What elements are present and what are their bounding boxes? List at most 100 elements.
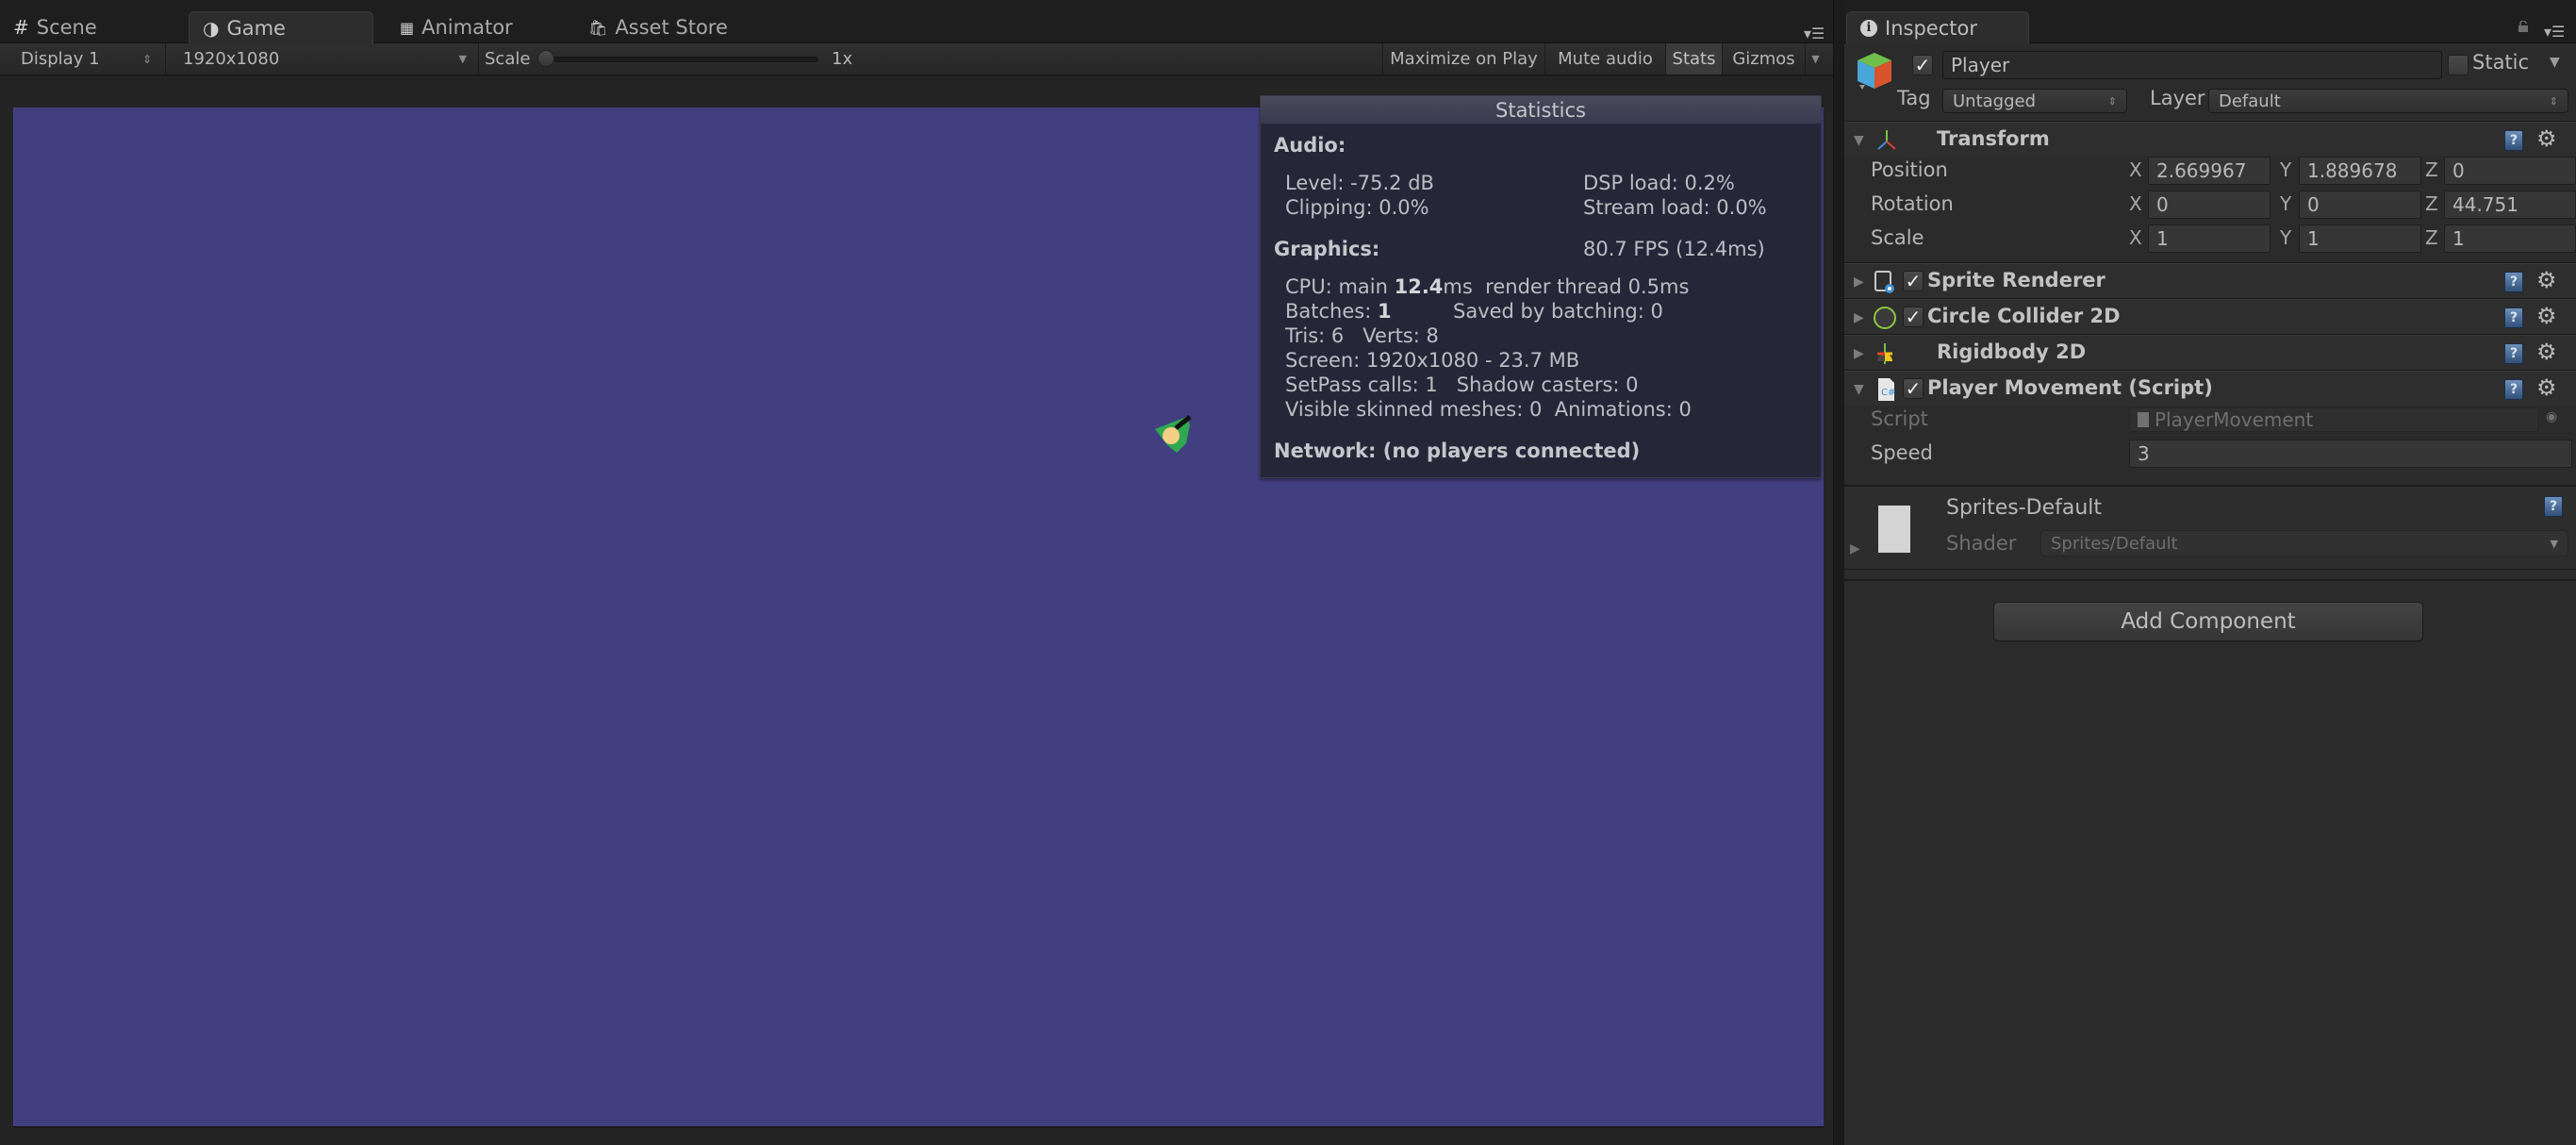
stats-setpass: SetPass calls: 1 Shadow casters: 0 [1285,373,1639,396]
object-name-field[interactable]: Player [1942,51,2442,79]
display-select-value: Display 1 [21,49,100,69]
gear-icon[interactable]: ⚙ [2536,339,2557,365]
transform-title: Transform [1937,127,2050,150]
stats-toggle[interactable]: Stats [1665,43,1722,75]
active-checkbox[interactable]: ✓ [1912,55,1933,75]
layer-select[interactable]: Default ⇕ [2208,89,2568,113]
tag-select[interactable]: Untagged ⇕ [1942,89,2127,113]
circle-collider-header[interactable]: ▶ ✓ Circle Collider 2D ? ⚙ [1844,298,2576,334]
gizmos-dropdown-icon[interactable]: ▼ [1805,43,1825,75]
add-component-button[interactable]: Add Component [1993,602,2423,641]
rotation-y-axis-label[interactable]: Y [2280,192,2291,215]
player-movement-title: Player Movement (Script) [1927,376,2213,399]
scale-z-field[interactable]: 1 [2444,224,2576,253]
stats-batches-prefix: Batches: [1285,300,1378,323]
scale-slider-thumb[interactable] [537,50,554,67]
position-y-field[interactable]: 1.889678 [2299,157,2421,185]
lock-icon[interactable] [2518,21,2529,32]
help-book-icon[interactable]: ? [2504,272,2523,292]
scale-slider[interactable] [536,43,820,75]
scale-slider-track[interactable] [545,57,818,62]
rotation-y-field[interactable]: 0 [2299,191,2421,219]
object-picker-icon[interactable]: ◉ [2546,409,2557,424]
stats-skinned: Visible skinned meshes: 0 Animations: 0 [1285,398,1692,421]
scale-x-field[interactable]: 1 [2148,224,2271,253]
help-book-icon[interactable]: ? [2504,343,2523,364]
fold-closed-icon[interactable]: ▶ [1854,310,1864,325]
position-z-axis-label[interactable]: Z [2425,158,2438,181]
stats-screen: Screen: 1920x1080 - 23.7 MB [1285,349,1580,372]
circle-collider-enabled-checkbox[interactable]: ✓ [1903,307,1924,327]
pacman-icon: ◑ [203,16,220,40]
gear-icon[interactable]: ⚙ [2536,267,2557,293]
fold-closed-icon[interactable]: ▶ [1854,346,1864,361]
static-dropdown-icon[interactable]: ▼ [2550,55,2560,70]
script-field: PlayerMovement [2129,407,2538,432]
stats-network: Network: (no players connected) [1274,440,1641,462]
grid-icon: # [13,16,29,39]
player-movement-header[interactable]: ▼ C# ✓ Player Movement (Script) ? ⚙ [1844,370,2576,406]
fold-open-icon[interactable]: ▼ [1854,133,1864,148]
help-book-icon[interactable]: ? [2504,130,2523,151]
transform-axes-icon [1877,130,1896,150]
mute-audio-toggle[interactable]: Mute audio [1544,43,1665,75]
maximize-on-play-toggle[interactable]: Maximize on Play [1382,43,1544,75]
rotation-x-field[interactable]: 0 [2148,191,2271,219]
tab-scene[interactable]: # Scene [0,11,179,43]
help-book-icon[interactable]: ? [2504,307,2523,328]
position-x-field[interactable]: 2.669967 [2148,157,2271,185]
stats-stream-load: Stream load: 0.0% [1583,196,1767,219]
tab-asset-store[interactable]: 🛍 Asset Store [575,11,783,43]
sprite-renderer-header[interactable]: ▶ ✓ Sprite Renderer ? ⚙ [1844,262,2576,298]
scale-label: Scale [1871,226,1924,249]
statistics-title: Statistics [1261,96,1821,124]
rotation-x-axis-label[interactable]: X [2129,192,2142,215]
tab-inspector[interactable]: i Inspector [1846,11,2029,43]
stats-cpu-prefix: CPU: main [1285,275,1395,298]
position-x-axis-label[interactable]: X [2129,158,2142,181]
help-book-icon[interactable]: ? [2504,379,2523,400]
statistics-overlay: Statistics Audio: Level: -75.2 dB Clippi… [1260,95,1822,478]
rotation-z-field[interactable]: 44.751 [2444,191,2576,219]
transform-header[interactable]: ▼ Transform ? ⚙ [1844,121,2576,157]
panel-splitter[interactable] [1833,0,1844,1145]
tab-animator[interactable]: ▦ Animator [387,11,575,43]
help-book-icon[interactable]: ? [2544,496,2563,517]
inspector-menu-icon[interactable]: ▾☰ [2544,23,2565,41]
stats-saved-by-batching: Saved by batching: 0 [1453,300,1663,323]
gear-icon[interactable]: ⚙ [2536,125,2557,152]
speed-field[interactable]: 3 [2129,440,2572,468]
scale-y-field[interactable]: 1 [2299,224,2421,253]
rotation-z-axis-label[interactable]: Z [2425,192,2438,215]
tag-label: Tag [1897,87,1931,109]
position-z-field[interactable]: 0 [2444,157,2576,185]
scale-label: Scale [485,49,531,69]
resolution-select[interactable]: 1920x1080 ▼ [168,43,479,75]
scale-z-axis-label[interactable]: Z [2425,226,2438,249]
tab-game[interactable]: ◑ Game [189,11,373,43]
scale-x-axis-label[interactable]: X [2129,226,2142,249]
gameobject-cube-icon[interactable] [1854,51,1895,92]
gear-icon[interactable]: ⚙ [2536,303,2557,329]
rigidbody-header[interactable]: ▶ Rigidbody 2D ? ⚙ [1844,334,2576,370]
sprite-renderer-enabled-checkbox[interactable]: ✓ [1903,271,1924,291]
scale-y-axis-label[interactable]: Y [2280,226,2291,249]
layer-label: Layer [2150,87,2205,109]
panel-menu-icon[interactable]: ▾☰ [1804,25,1825,42]
fold-closed-icon[interactable]: ▶ [1850,541,1860,556]
static-checkbox[interactable] [2448,55,2469,75]
resolution-select-value: 1920x1080 [183,49,280,69]
display-select[interactable]: Display 1 ⇕ [0,43,166,75]
position-y-axis-label[interactable]: Y [2280,158,2291,181]
fold-closed-icon[interactable]: ▶ [1854,274,1864,290]
stats-dsp-load: DSP load: 0.2% [1583,172,1735,194]
gear-icon[interactable]: ⚙ [2536,374,2557,401]
position-label: Position [1871,158,1948,181]
chevron-down-icon: ▼ [458,53,467,65]
fold-open-icon[interactable]: ▼ [1854,382,1864,397]
updown-arrows-icon: ⇕ [2107,94,2117,108]
player-movement-enabled-checkbox[interactable]: ✓ [1903,378,1924,399]
rigidbody-title: Rigidbody 2D [1937,340,2087,363]
gizmos-button[interactable]: Gizmos [1722,43,1805,75]
static-label: Static [2472,51,2530,74]
